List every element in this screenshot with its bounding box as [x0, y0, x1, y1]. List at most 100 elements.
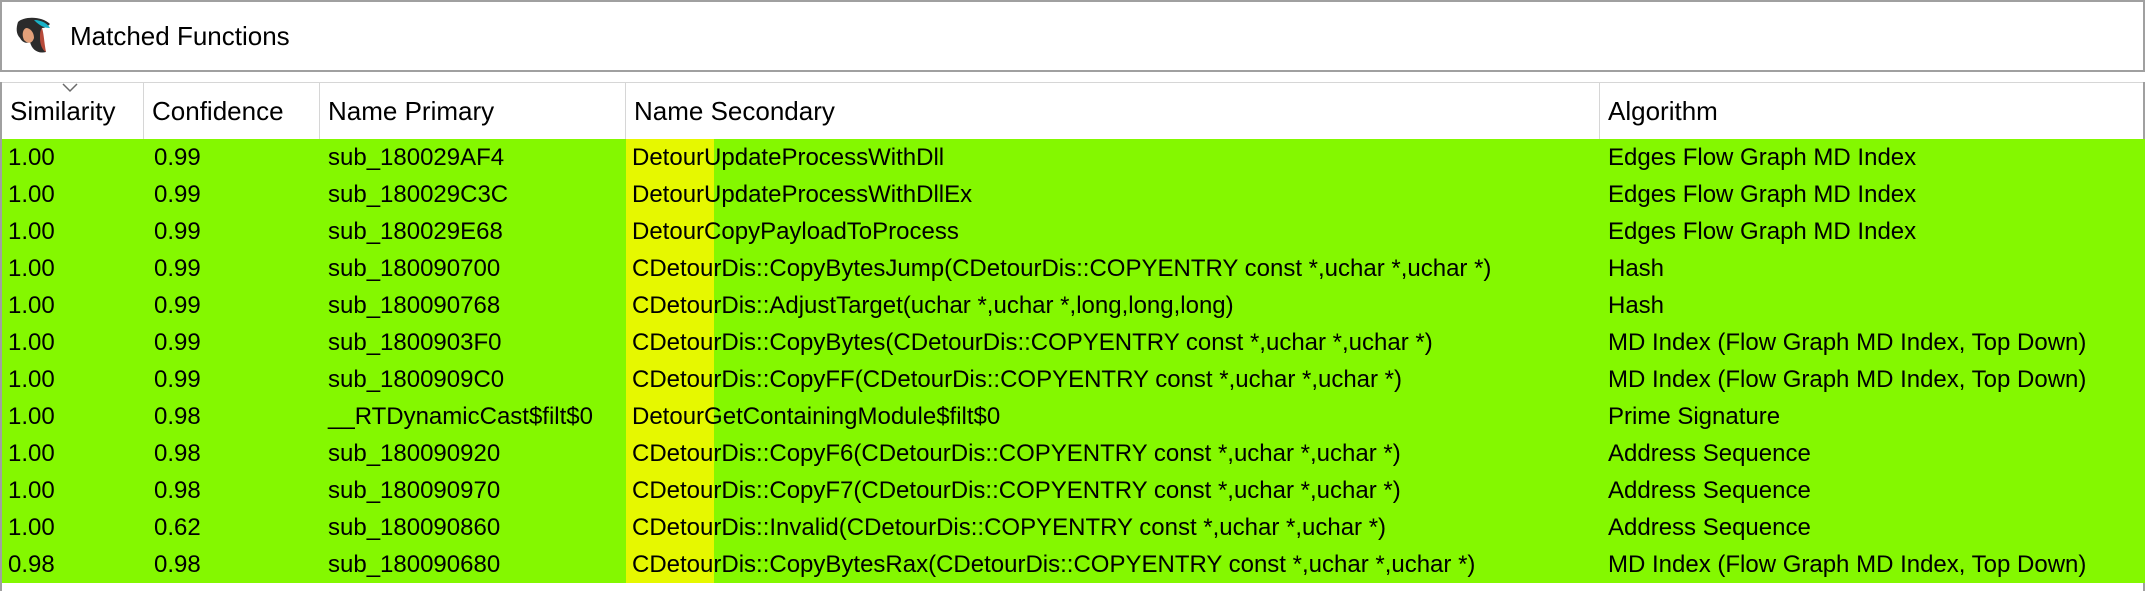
name-primary-cell: sub_180029E68 [328, 218, 503, 245]
table-row[interactable]: 1.00 0.99 sub_1800909C0 CDetourDis::CopyFF(… [2, 361, 2145, 398]
name-secondary-rest: CDetourDis::AdjustTarget(uchar *,uchar *… [632, 292, 1234, 319]
confidence-cell: 0.99 [154, 218, 201, 245]
name-primary-cell: sub_1800903F0 [328, 329, 502, 356]
table-row[interactable]: 1.00 0.98 sub_180090920 CDetourDis::CopyF6(… [2, 435, 2145, 472]
table-row[interactable]: 1.00 0.99 sub_180029C3C DetourUpdateProcess… [2, 176, 2145, 213]
confidence-cell: 0.99 [154, 366, 201, 393]
name-secondary-cell: DetourCopyPayloadToProcess [626, 213, 1600, 250]
confidence-cell: 0.99 [154, 181, 201, 208]
algorithm-cell: MD Index (Flow Graph MD Index, Top Down) [1608, 551, 2087, 578]
algorithm-cell: Address Sequence [1608, 514, 1811, 541]
name-secondary-rest: CDetourDis::CopyFF(CDetourDis::COPYENTRY… [632, 366, 1403, 393]
table-header: Similarity Confidence Name Primary Name … [2, 82, 2143, 140]
name-secondary-rest: CDetourDis::CopyBytes(CDetourDis::COPYEN… [632, 329, 1433, 356]
name-secondary-cell: CDetourDis::CopyF6(CDetourDis::COPYENTRY… [626, 435, 1600, 472]
similarity-cell: 1.00 [8, 366, 55, 393]
name-secondary-cell: CDetourDis::CopyFF(CDetourDis::COPYENTRY… [626, 361, 1600, 398]
similarity-cell: 1.00 [8, 181, 55, 208]
similarity-cell: 1.00 [8, 514, 55, 541]
confidence-cell: 0.98 [154, 403, 201, 430]
column-header-algorithm[interactable]: Algorithm [1600, 83, 2145, 139]
name-secondary-prefix: Detour [632, 144, 705, 171]
column-header-label: Name Secondary [634, 96, 835, 126]
algorithm-cell: Edges Flow Graph MD Index [1608, 144, 1917, 171]
algorithm-cell: Hash [1608, 292, 1665, 319]
table-row[interactable]: 1.00 0.98 __RTDynamicCast$filt$0 DetourGetC… [2, 398, 2145, 435]
algorithm-cell: Edges Flow Graph MD Index [1608, 181, 1917, 208]
name-primary-cell: sub_180090768 [328, 292, 501, 319]
similarity-cell: 1.00 [8, 144, 55, 171]
algorithm-cell: MD Index (Flow Graph MD Index, Top Down) [1608, 329, 2087, 356]
algorithm-cell: Address Sequence [1608, 440, 1811, 467]
confidence-cell: 0.99 [154, 329, 201, 356]
table-row[interactable]: 1.00 0.99 sub_180090768 CDetourDis::AdjustT… [2, 287, 2145, 324]
column-header-similarity[interactable]: Similarity [2, 83, 144, 139]
algorithm-cell: Edges Flow Graph MD Index [1608, 218, 1917, 245]
name-secondary-prefix: Detour [632, 403, 705, 430]
similarity-cell: 0.98 [8, 551, 55, 578]
name-secondary-prefix: Detour [632, 218, 705, 245]
column-header-confidence[interactable]: Confidence [144, 83, 320, 139]
name-primary-cell: sub_180090970 [328, 477, 501, 504]
name-secondary-cell: CDetourDis::Invalid(CDetourDis::COPYENTR… [626, 509, 1600, 546]
column-header-name-secondary[interactable]: Name Secondary [626, 83, 1600, 139]
table-row[interactable]: 1.00 0.99 sub_180029AF4 DetourUpdateProcess… [2, 139, 2145, 176]
table-row[interactable]: 0.98 0.98 sub_180090680 CDetourDis::CopyByt… [2, 546, 2145, 583]
column-header-name-primary[interactable]: Name Primary [320, 83, 626, 139]
name-secondary-cell: DetourUpdateProcessWithDll [626, 139, 1600, 176]
name-primary-cell: sub_1800909C0 [328, 366, 505, 393]
matched-functions-table: Similarity Confidence Name Primary Name … [0, 82, 2145, 591]
column-header-label: Name Primary [328, 96, 495, 126]
confidence-cell: 0.98 [154, 440, 201, 467]
confidence-cell: 0.98 [154, 477, 201, 504]
table-row[interactable]: 1.00 0.99 sub_180090700 CDetourDis::CopyByt… [2, 250, 2145, 287]
name-secondary-rest: CDetourDis::CopyBytesJump(CDetourDis::CO… [632, 255, 1492, 282]
name-primary-cell: sub_180090680 [328, 551, 501, 578]
algorithm-cell: Address Sequence [1608, 477, 1811, 504]
name-secondary-prefix: Detour [632, 181, 705, 208]
name-secondary-rest: UpdateProcessWithDllEx [704, 181, 973, 208]
window-title: Matched Functions [70, 20, 290, 51]
name-secondary-cell: CDetourDis::CopyBytesJump(CDetourDis::CO… [626, 250, 1600, 287]
name-secondary-cell: CDetourDis::CopyF7(CDetourDis::COPYENTRY… [626, 472, 1600, 509]
name-primary-cell: __RTDynamicCast$filt$0 [328, 403, 593, 430]
name-secondary-rest: UpdateProcessWithDll [704, 144, 945, 171]
app-logo-icon [12, 14, 56, 58]
confidence-cell: 0.99 [154, 255, 201, 282]
name-secondary-rest: CopyPayloadToProcess [704, 218, 959, 245]
algorithm-cell: Prime Signature [1608, 403, 1781, 430]
similarity-cell: 1.00 [8, 292, 55, 319]
algorithm-cell: MD Index (Flow Graph MD Index, Top Down) [1608, 366, 2087, 393]
column-header-label: Algorithm [1608, 96, 1718, 126]
name-primary-cell: sub_180090860 [328, 514, 501, 541]
matched-functions-window: Matched Functions Similarity Confidence … [0, 0, 2145, 591]
confidence-cell: 0.99 [154, 292, 201, 319]
name-secondary-cell: CDetourDis::CopyBytesRax(CDetourDis::COP… [626, 546, 1600, 583]
confidence-cell: 0.98 [154, 551, 201, 578]
similarity-cell: 1.00 [8, 440, 55, 467]
column-header-label: Confidence [152, 96, 284, 126]
table-row[interactable]: 1.00 0.99 sub_1800903F0 CDetourDis::CopyByt… [2, 324, 2145, 361]
sort-descending-icon [62, 83, 78, 93]
name-primary-cell: sub_180090920 [328, 440, 501, 467]
table-row[interactable]: 1.00 0.62 sub_180090860 CDetourDis::Invalid… [2, 509, 2145, 546]
confidence-cell: 0.62 [154, 514, 201, 541]
confidence-cell: 0.99 [154, 144, 201, 171]
name-secondary-rest: GetContainingModule$filt$0 [704, 403, 1001, 430]
algorithm-cell: Hash [1608, 255, 1665, 282]
similarity-cell: 1.00 [8, 403, 55, 430]
name-secondary-cell: CDetourDis::AdjustTarget(uchar *,uchar *… [626, 287, 1600, 324]
column-header-label: Similarity [10, 96, 116, 126]
name-secondary-cell: DetourGetContainingModule$filt$0 [626, 398, 1600, 435]
name-primary-cell: sub_180090700 [328, 255, 501, 282]
name-primary-cell: sub_180029C3C [328, 181, 509, 208]
name-secondary-rest: CDetourDis::CopyF7(CDetourDis::COPYENTRY… [632, 477, 1401, 504]
name-secondary-cell: DetourUpdateProcessWithDllEx [626, 176, 1600, 213]
table-row[interactable]: 1.00 0.99 sub_180029E68 DetourCopyPayloadTo… [2, 213, 2145, 250]
similarity-cell: 1.00 [8, 329, 55, 356]
name-secondary-rest: CDetourDis::CopyF6(CDetourDis::COPYENTRY… [632, 440, 1401, 467]
table-row[interactable]: 1.00 0.98 sub_180090970 CDetourDis::CopyF7(… [2, 472, 2145, 509]
name-secondary-cell: CDetourDis::CopyBytes(CDetourDis::COPYEN… [626, 324, 1600, 361]
name-secondary-rest: CDetourDis::Invalid(CDetourDis::COPYENTR… [632, 514, 1387, 541]
similarity-cell: 1.00 [8, 477, 55, 504]
